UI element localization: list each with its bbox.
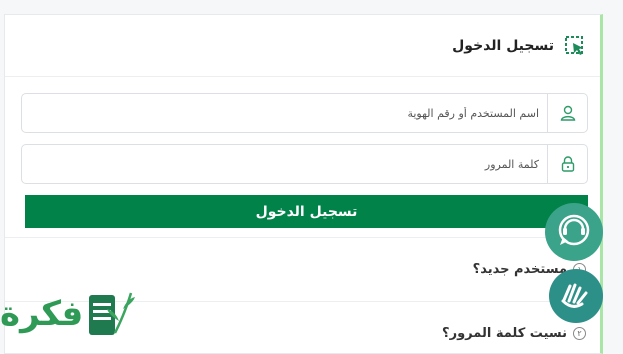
login-submit-button[interactable]: تسجيل الدخول xyxy=(25,195,588,228)
sign-language-icon xyxy=(558,276,594,316)
sign-language-button[interactable] xyxy=(549,269,603,323)
book-logo-icon xyxy=(85,283,137,345)
support-chat-button[interactable] xyxy=(545,203,603,261)
username-field[interactable] xyxy=(21,93,588,133)
watermark-text: فكرة xyxy=(0,294,84,334)
new-user-label[interactable]: مستخدم جديد؟ xyxy=(473,262,567,277)
support-chat-icon xyxy=(555,211,593,253)
step-number-badge: ٢ xyxy=(573,327,586,340)
lock-icon xyxy=(547,145,587,183)
login-cursor-icon xyxy=(564,35,586,57)
user-icon xyxy=(547,94,587,132)
forgot-password-label[interactable]: نسيت كلمة المرور؟ xyxy=(442,326,567,341)
password-input[interactable] xyxy=(22,145,547,183)
login-header: تسجيل الدخول xyxy=(5,15,600,77)
username-input[interactable] xyxy=(22,94,547,132)
watermark-logo: فكرة xyxy=(0,283,137,345)
login-title: تسجيل الدخول xyxy=(452,37,554,54)
password-field[interactable] xyxy=(21,144,588,184)
